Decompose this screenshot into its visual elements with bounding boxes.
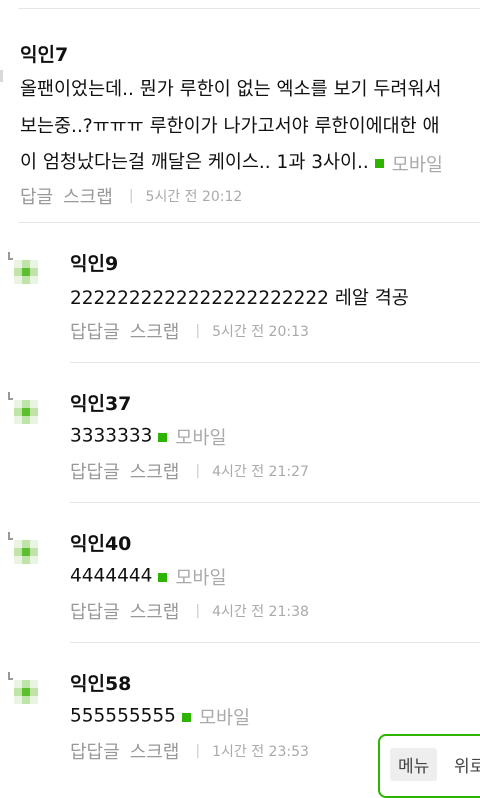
thread-marker (0, 70, 3, 82)
comment-time: 5시간 전 20:13 (212, 324, 309, 340)
avatar (14, 400, 48, 434)
comment-time: 4시간 전 21:38 (212, 604, 309, 620)
comment-text: 4444444 모바일 (70, 564, 226, 590)
reply-arrow-icon (8, 672, 13, 680)
divider (70, 642, 480, 643)
scrap-button[interactable]: 스크랩 (130, 318, 180, 344)
reply-arrow-icon (8, 532, 13, 540)
reply-button[interactable]: 답답글 (70, 598, 120, 624)
floating-nav: 메뉴 위로 (378, 734, 480, 798)
reply-button[interactable]: 답답글 (70, 738, 120, 764)
avatar (14, 260, 48, 294)
mobile-label: 모바일 (391, 154, 443, 176)
mobile-label: 모바일 (175, 568, 227, 589)
divider (70, 502, 480, 503)
scroll-top-button[interactable]: 위로 (450, 748, 480, 781)
meta-divider: | (195, 323, 201, 339)
mobile-badge: 모바일 (152, 424, 226, 450)
meta-divider: | (195, 463, 201, 479)
menu-button[interactable]: 메뉴 (390, 748, 438, 781)
mobile-label: 모바일 (175, 428, 227, 449)
reply-arrow-icon (8, 252, 13, 260)
comment-time: 4시간 전 21:27 (212, 464, 309, 480)
comment-time: 1시간 전 23:53 (212, 744, 309, 760)
comment-meta: 답글 스크랩 | 5시간 전 20:12 (20, 183, 242, 209)
reply-button[interactable]: 답답글 (70, 318, 120, 344)
reply-button[interactable]: 답글 (20, 183, 53, 209)
reply-button[interactable]: 답답글 (70, 458, 120, 484)
comment-text: 보는중..?ㅠㅠㅠ 루한이가 나가고서야 루한이에대한 애 (20, 116, 440, 137)
mobile-badge: 모바일 (152, 564, 226, 590)
mobile-square-icon (158, 572, 168, 582)
comment-meta: 답답글 스크랩 | 4시간 전 21:38 (70, 598, 309, 624)
avatar (14, 680, 48, 714)
comment-author: 익인40 (70, 533, 132, 555)
comment-author: 익인9 (70, 253, 119, 275)
meta-divider: | (128, 188, 134, 204)
comment-text-value: 4444444 (70, 565, 153, 587)
divider (18, 8, 480, 9)
comment-author: 익인37 (70, 393, 132, 415)
mobile-label: 모바일 (198, 708, 250, 729)
mobile-square-icon (158, 432, 168, 442)
meta-divider: | (195, 603, 201, 619)
comment-time: 5시간 전 20:12 (145, 189, 243, 205)
comment-meta: 답답글 스크랩 | 1시간 전 23:53 (70, 738, 309, 764)
mobile-badge: 모바일 (369, 151, 443, 177)
comment-text: 2222222222222222222222 레알 격공 (70, 288, 409, 309)
avatar (14, 540, 48, 574)
comment-text-value: 3333333 (70, 425, 153, 447)
comment-author: 익인58 (70, 673, 132, 695)
comment-meta: 답답글 스크랩 | 5시간 전 20:13 (70, 318, 309, 344)
divider (18, 222, 480, 223)
mobile-square-icon (181, 712, 191, 722)
comment-text: 3333333 모바일 (70, 424, 226, 450)
divider (70, 362, 480, 363)
scrap-button[interactable]: 스크랩 (63, 183, 113, 209)
scrap-button[interactable]: 스크랩 (130, 738, 180, 764)
comment-text: 이 엄청났다는걸 깨달은 케이스.. 1과 3사이.. 모바일 (20, 148, 443, 177)
scrap-button[interactable]: 스크랩 (130, 458, 180, 484)
comment-author: 익인7 (20, 44, 69, 66)
reply-arrow-icon (8, 392, 13, 400)
comment-meta: 답답글 스크랩 | 4시간 전 21:27 (70, 458, 309, 484)
meta-divider: | (195, 743, 201, 759)
comment-text: 올팬이었는데.. 뭔가 루한이 없는 엑소를 보기 두려워서 (20, 79, 442, 100)
mobile-badge: 모바일 (176, 704, 250, 730)
mobile-square-icon (374, 159, 384, 168)
comment-text-value: 555555555 (70, 705, 176, 727)
comment-text: 555555555 모바일 (70, 704, 250, 730)
scrap-button[interactable]: 스크랩 (130, 598, 180, 624)
comment-text-line: 이 엄청났다는걸 깨달은 케이스.. 1과 3사이.. (20, 152, 369, 173)
